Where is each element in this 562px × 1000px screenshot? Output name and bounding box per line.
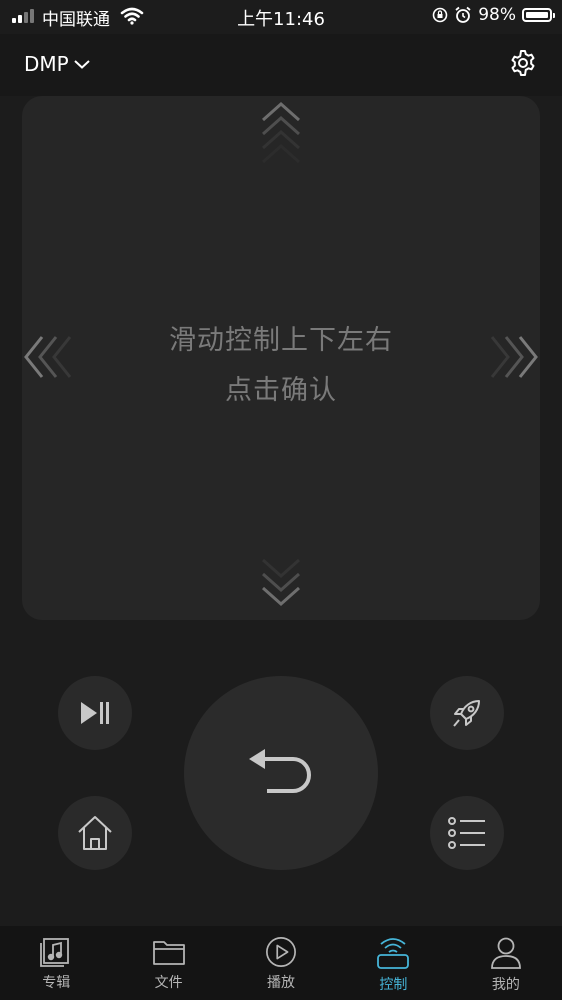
tab-label: 播放 <box>267 975 296 991</box>
battery-icon <box>522 8 555 22</box>
menu-button[interactable] <box>430 796 504 870</box>
status-bar: 中国联通 上午11:46 98% <box>0 0 562 34</box>
gear-icon[interactable] <box>508 48 538 78</box>
swipe-up-arrows-icon <box>262 101 300 164</box>
top-nav-bar: DMP <box>0 34 562 96</box>
status-right: 98% <box>432 5 555 25</box>
device-selector[interactable]: DMP <box>24 52 91 76</box>
tab-label: 我的 <box>491 977 520 993</box>
battery-percent: 98% <box>478 5 516 25</box>
rocket-icon <box>453 700 480 727</box>
tab-control[interactable]: 控制 <box>337 926 449 1000</box>
home-button[interactable] <box>58 796 132 870</box>
folder-icon <box>152 941 185 965</box>
touch-pad[interactable]: 滑动控制上下左右 点击确认 <box>22 96 540 620</box>
list-menu-icon <box>448 817 485 849</box>
tab-label: 专辑 <box>42 975 71 991</box>
orientation-lock-icon <box>432 7 448 23</box>
back-arrow-icon <box>249 749 311 793</box>
play-pause-button[interactable] <box>58 676 132 750</box>
boost-button[interactable] <box>430 676 504 750</box>
user-icon <box>490 937 521 969</box>
device-name: DMP <box>24 52 69 76</box>
tab-files[interactable]: 文件 <box>112 926 224 1000</box>
tab-label: 控制 <box>379 977 408 993</box>
touchpad-hint-line2: 点击确认 <box>225 375 337 406</box>
tab-album[interactable]: 专辑 <box>0 926 112 1000</box>
album-icon <box>40 938 70 967</box>
chevron-down-icon <box>74 60 90 69</box>
play-circle-icon <box>266 937 296 967</box>
home-icon <box>78 816 112 850</box>
back-button[interactable] <box>184 676 378 870</box>
bottom-tab-bar: 专辑 文件 播放 控制 我的 <box>0 926 562 1000</box>
tab-label: 文件 <box>154 975 183 991</box>
alarm-icon <box>455 6 471 23</box>
tab-play[interactable]: 播放 <box>225 926 337 1000</box>
play-pause-icon <box>81 702 109 724</box>
swipe-down-arrows-icon <box>262 558 300 607</box>
remote-control-icon <box>377 938 410 969</box>
touchpad-hint-line1: 滑动控制上下左右 <box>169 325 393 356</box>
tab-mine[interactable]: 我的 <box>450 926 562 1000</box>
